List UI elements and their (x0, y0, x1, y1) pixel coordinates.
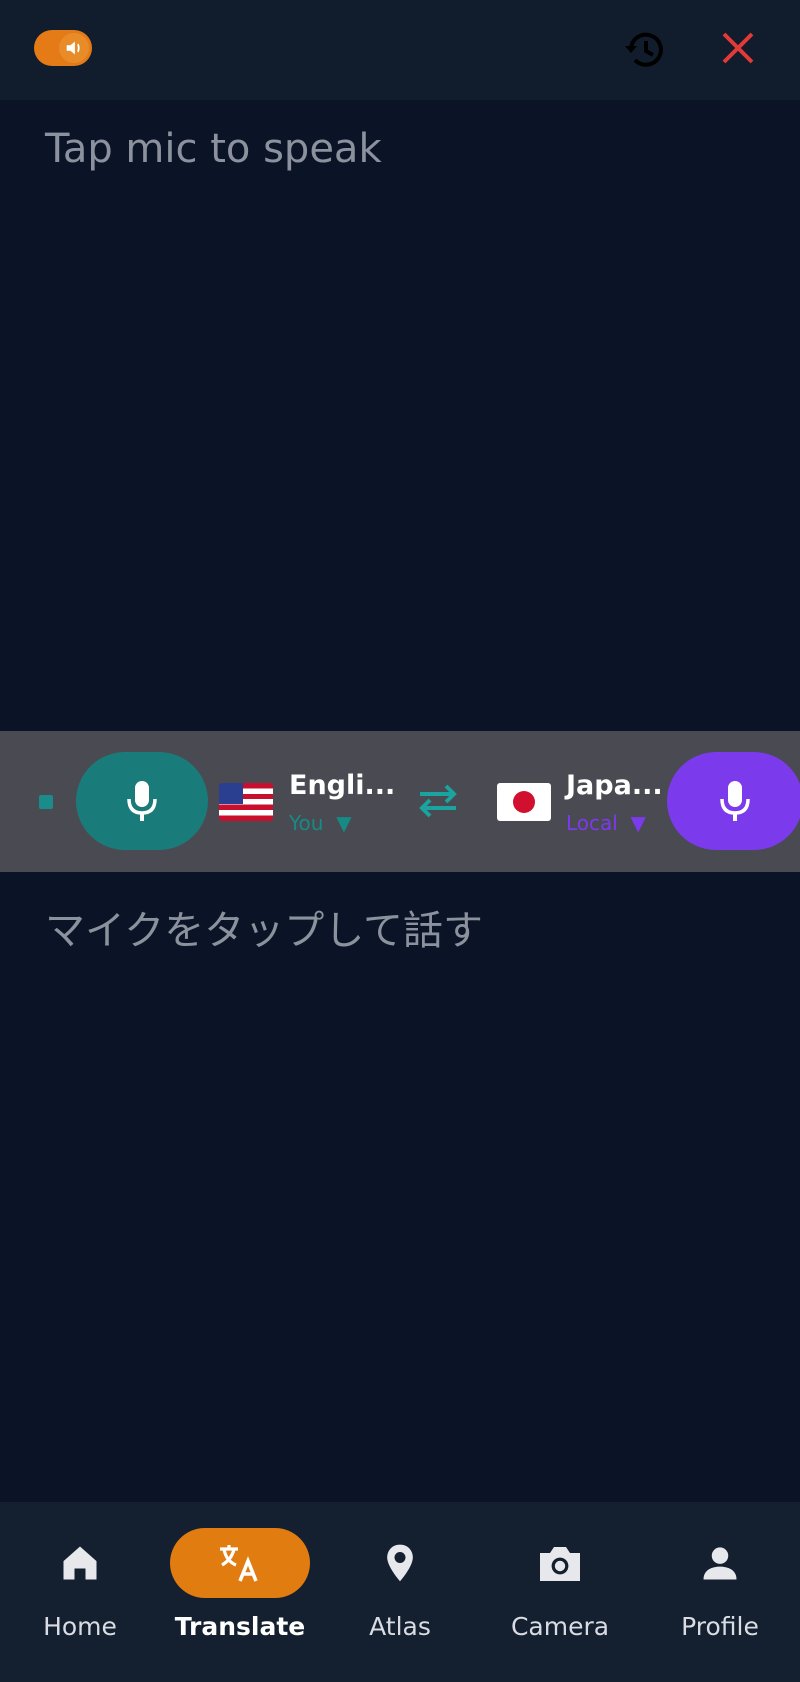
language-name-right[interactable]: Japa... (566, 770, 663, 801)
profile-icon (703, 1547, 737, 1580)
top-bar (0, 0, 800, 100)
dropdown-triangle-icon: ▼ (329, 811, 352, 835)
dropdown-triangle-icon: ▼ (624, 811, 646, 835)
mic-button-you[interactable] (76, 752, 208, 850)
camera-icon (540, 1547, 580, 1581)
history-button[interactable] (621, 26, 669, 74)
nav-label-atlas: Atlas (369, 1612, 431, 1641)
mic-button-local[interactable] (667, 752, 800, 850)
role-label-local: Local (566, 811, 618, 835)
nav-translate[interactable]: Translate (165, 1520, 315, 1660)
home-icon (63, 1546, 97, 1580)
nav-label-home: Home (43, 1612, 117, 1641)
history-icon (625, 32, 663, 67)
source-text-placeholder[interactable]: Tap mic to speak (45, 126, 382, 172)
close-button[interactable] (714, 24, 762, 72)
close-icon (722, 32, 754, 64)
nav-home[interactable]: Home (5, 1520, 155, 1660)
nav-atlas[interactable]: Atlas (325, 1520, 475, 1660)
status-indicator (39, 795, 53, 809)
language-name-left[interactable]: Engli... (289, 770, 395, 801)
nav-camera[interactable]: Camera (485, 1520, 635, 1660)
nav-label-camera: Camera (510, 1612, 610, 1641)
jp-flag[interactable] (497, 780, 551, 821)
nav-label-translate: Translate (174, 1612, 306, 1641)
role-label-you: You (289, 811, 324, 835)
nav-profile[interactable]: Profile (645, 1520, 795, 1660)
translate-icon (220, 1545, 258, 1582)
nav-label-profile: Profile (681, 1612, 759, 1641)
language-role-left[interactable]: You ▼ (289, 811, 352, 835)
language-role-right[interactable]: Local ▼ (566, 811, 646, 835)
swap-languages-button[interactable] (414, 780, 462, 820)
swap-icon (419, 784, 457, 818)
location-pin-icon (387, 1544, 413, 1582)
sound-toggle[interactable] (34, 30, 92, 66)
microphone-icon (720, 781, 750, 821)
speaker-icon (59, 33, 89, 63)
target-text-placeholder[interactable]: マイクをタップして話す (45, 898, 483, 956)
us-flag[interactable] (219, 780, 273, 821)
microphone-icon (127, 781, 157, 821)
